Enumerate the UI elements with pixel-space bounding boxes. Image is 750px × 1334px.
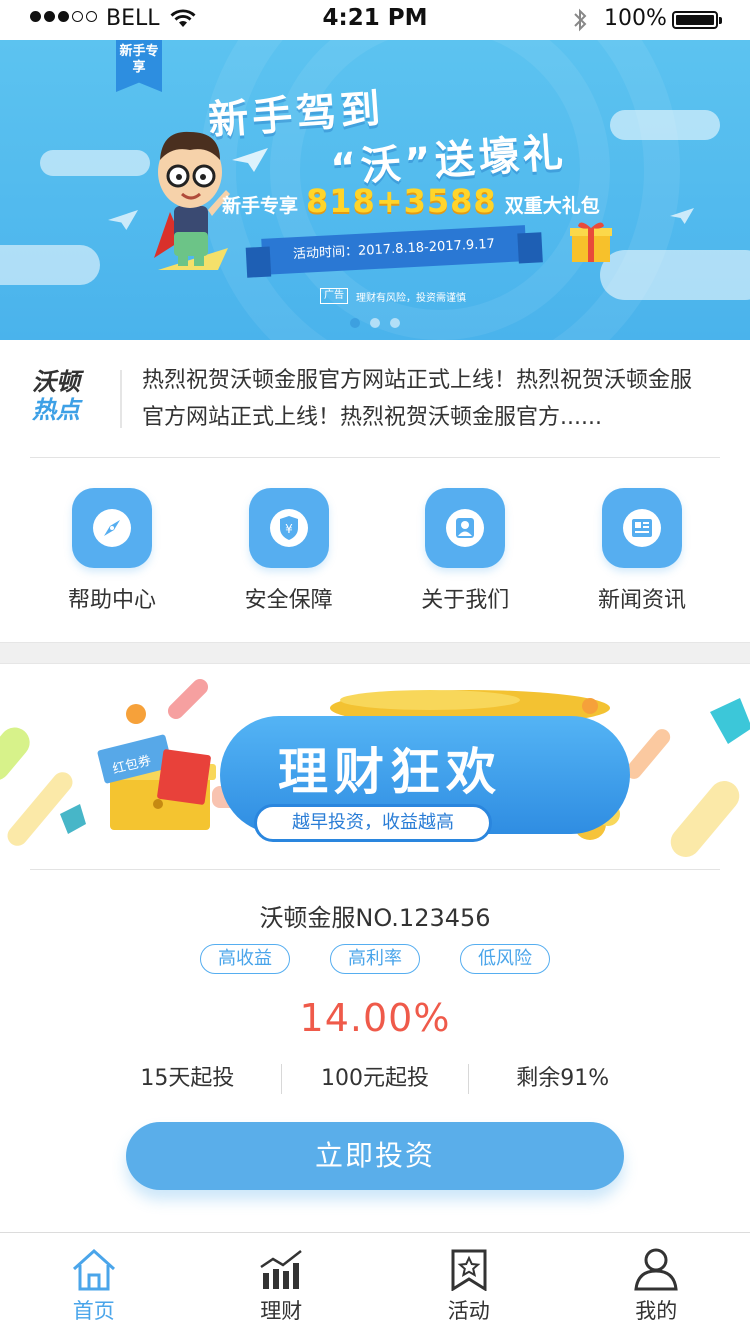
hot-logo-line2: 热点: [32, 396, 80, 424]
paper-plane-icon: [670, 208, 694, 224]
profile-icon: [634, 1248, 678, 1291]
carousel-dot[interactable]: [350, 318, 360, 328]
carousel-dot[interactable]: [370, 318, 380, 328]
product-name: 沃顿金服NO.123456: [259, 904, 491, 932]
status-bar: BELL 4:21 PM 100%: [0, 0, 750, 40]
wealth-carnival-banner[interactable]: 红包券 理财狂欢 越早投资，收益越高: [0, 664, 750, 870]
shortcut-grid: 帮助中心 ¥ 安全保障 关于我们 新闻资讯: [0, 458, 750, 642]
ribbon-text: 新手专享: [119, 44, 159, 75]
compass-icon: [72, 488, 152, 568]
shortcut-about-us[interactable]: 关于我们: [413, 488, 517, 642]
tab-home[interactable]: 首页: [0, 1233, 188, 1334]
tab-activity[interactable]: 活动: [375, 1233, 563, 1334]
invest-now-button[interactable]: 立即投资: [126, 1122, 624, 1190]
product-tag: 高收益: [200, 944, 290, 974]
user-icon: [425, 488, 506, 568]
tab-label: 理财: [260, 1299, 303, 1323]
carousel-indicator[interactable]: [0, 318, 750, 328]
divider: [120, 370, 122, 428]
product-tag: 低风险: [460, 944, 550, 974]
bar-chart-icon: [260, 1250, 303, 1289]
hot-logo-line1: 沃顿: [32, 368, 80, 396]
tab-label: 首页: [72, 1299, 115, 1323]
remaining: 剩余91%: [468, 1064, 656, 1094]
svg-text:¥: ¥: [285, 522, 293, 536]
min-amount: 100元起投: [280, 1064, 469, 1094]
section-separator: [0, 642, 750, 664]
shortcut-label: 新闻资讯: [597, 588, 686, 613]
shortcut-label: 帮助中心: [67, 588, 156, 613]
carousel-dot[interactable]: [390, 318, 400, 328]
bluetooth-icon: [572, 7, 588, 37]
annual-rate: 14.00%: [299, 996, 451, 1040]
ad-disclaimer: 广告 理财有风险，投资需谨慎: [320, 288, 466, 304]
shortcut-label: 安全保障: [244, 588, 333, 613]
shortcut-security[interactable]: ¥ 安全保障: [237, 488, 341, 642]
banner-subtitle: 新手专享 818+3588 双重大礼包: [222, 182, 600, 220]
shield-yen-icon: ¥: [248, 488, 329, 568]
paper-plane-icon: [108, 210, 138, 230]
promo-title: 理财狂欢: [278, 743, 502, 801]
hot-news-ticker[interactable]: 沃顿 热点 热烈祝贺沃顿金服官方网站正式上线！热烈祝贺沃顿金服官方网站正式上线！…: [0, 340, 750, 458]
gift-box-icon: [570, 222, 612, 262]
battery-percent: 100%: [604, 6, 667, 31]
min-term: 15天起投: [140, 1066, 235, 1091]
shortcut-help-center[interactable]: 帮助中心: [60, 488, 164, 642]
product-card[interactable]: 沃顿金服NO.123456 高收益 高利率 低风险 14.00% 15天起投 1…: [0, 870, 750, 1232]
product-tag: 高利率: [330, 944, 420, 974]
news-icon: [601, 488, 682, 568]
tab-label: 活动: [447, 1299, 490, 1323]
star-flag-icon: [451, 1249, 487, 1291]
home-icon: [72, 1248, 115, 1291]
battery-icon: [672, 11, 722, 29]
new-user-ribbon: 新手专享: [116, 40, 162, 92]
tab-label: 我的: [635, 1299, 678, 1323]
shortcut-news[interactable]: 新闻资讯: [590, 488, 694, 642]
subtitle-amount: 818+3588: [306, 182, 497, 220]
tab-mine[interactable]: 我的: [563, 1233, 750, 1334]
paper-plane-icon: [232, 148, 268, 172]
subtitle-prefix: 新手专享: [222, 195, 299, 217]
product-stats: 15天起投 100元起投 剩余91%: [94, 1064, 656, 1094]
ad-tag: 广告: [320, 288, 348, 304]
promo-subtitle: 越早投资，收益越高: [254, 804, 492, 842]
shortcut-label: 关于我们: [421, 588, 510, 613]
bottom-tab-bar: 首页 理财 活动 我的: [0, 1232, 750, 1334]
product-tags: 高收益 高利率 低风险: [0, 944, 750, 974]
subtitle-suffix: 双重大礼包: [504, 195, 600, 217]
hot-news-text[interactable]: 热烈祝贺沃顿金服官方网站正式上线！热烈祝贺沃顿金服官方网站正式上线！热烈祝贺沃顿…: [142, 362, 712, 436]
hot-news-logo: 沃顿 热点: [32, 368, 102, 424]
promo-carousel[interactable]: 新手专享 新手驾到 “沃”送壕礼 新手专享 818+3588 双重大礼包 活动时…: [0, 40, 750, 340]
tab-finance[interactable]: 理财: [188, 1233, 376, 1334]
ad-text: 理财有风险，投资需谨慎: [356, 292, 466, 304]
